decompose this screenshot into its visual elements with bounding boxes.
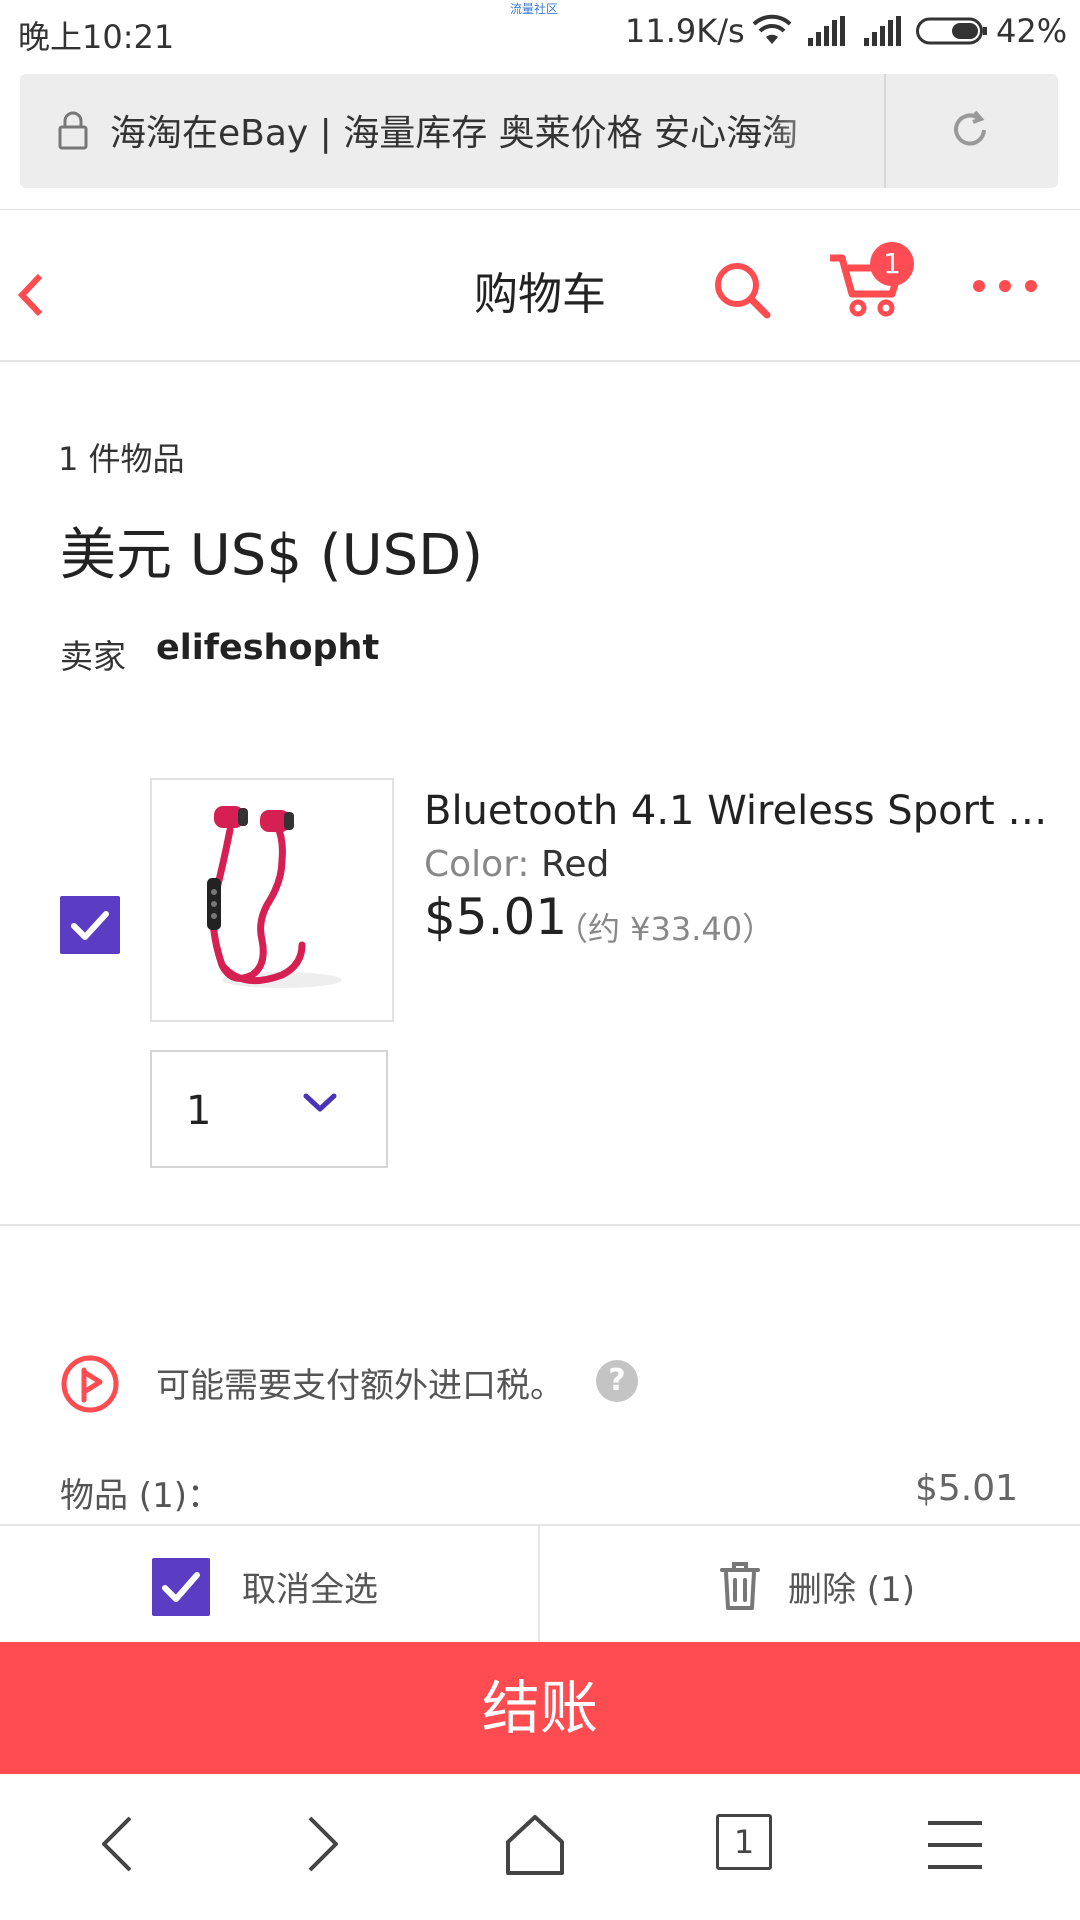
delete-button[interactable]: 删除 (1) <box>538 1526 1080 1642</box>
cart-action-bar: 取消全选 删除 (1) <box>0 1524 1080 1642</box>
product-price: $5.01 <box>424 888 568 946</box>
browser-address-area: 海淘在eBay | 海量库存 奥莱价格 安心海淘 <box>0 64 1080 210</box>
status-time: 晚上10:21 <box>18 18 175 56</box>
browser-nav-bar: 1 <box>0 1774 1080 1920</box>
divider <box>0 1224 1080 1226</box>
delete-label: 删除 (1) <box>788 1570 915 1610</box>
product-thumbnail[interactable] <box>150 778 394 1022</box>
quantity-select[interactable]: 1 <box>150 1050 388 1168</box>
status-center-label: 流量社区 <box>510 2 559 16</box>
chevron-down-icon <box>302 1092 338 1118</box>
more-menu-icon[interactable] <box>972 278 1038 297</box>
wifi-icon <box>752 14 792 52</box>
product-color: Color: Red <box>424 844 609 885</box>
item-checkbox[interactable] <box>60 896 120 954</box>
checkmark-icon <box>162 1572 200 1602</box>
reload-icon[interactable] <box>948 108 992 156</box>
summary-value: $5.01 <box>914 1468 1018 1509</box>
item-count: 1 件物品 <box>58 440 185 478</box>
trash-icon <box>718 1560 762 1616</box>
cart-count-badge: 1 <box>870 242 914 286</box>
seller-label: 卖家 <box>60 637 126 676</box>
app-header: 购物车 1 <box>0 210 1080 362</box>
color-label: Color: <box>424 844 530 885</box>
currency-heading: 美元 US$ (USD) <box>60 523 484 588</box>
tabs-count: 1 <box>733 1823 755 1861</box>
page-title: 购物车 <box>474 269 606 320</box>
deselect-all-button[interactable]: 取消全选 <box>0 1526 538 1642</box>
product-approx-price: （约 ¥33.40） <box>556 910 775 948</box>
browser-forward-icon[interactable] <box>304 1814 344 1878</box>
quantity-value: 1 <box>186 1088 212 1134</box>
summary-label: 物品 (1)： <box>60 1476 221 1516</box>
checkout-button[interactable]: 结账 <box>0 1642 1080 1774</box>
color-value: Red <box>540 844 610 885</box>
deselect-all-label: 取消全选 <box>242 1570 378 1610</box>
status-net-speed: 11.9K/s <box>625 12 745 50</box>
battery-percent: 42% <box>996 12 1068 50</box>
select-all-checkbox[interactable] <box>152 1558 210 1616</box>
import-tax-icon <box>60 1354 120 1418</box>
divider <box>884 74 886 188</box>
signal-icon <box>862 16 902 50</box>
product-title[interactable]: Bluetooth 4.1 Wireless Sport Earphones <box>424 788 1060 834</box>
tabs-button[interactable]: 1 <box>716 1814 772 1870</box>
seller-name[interactable]: elifeshopht <box>156 628 379 668</box>
status-bar: 晚上10:21 流量社区 11.9K/s 42% <box>0 0 1080 64</box>
browser-back-icon[interactable] <box>96 1814 136 1878</box>
menu-icon[interactable] <box>926 1820 984 1874</box>
import-tax-note: 可能需要支付额外进口税。 <box>156 1366 564 1406</box>
signal-icon <box>806 16 846 50</box>
battery-icon <box>916 16 988 50</box>
search-icon[interactable] <box>712 260 772 324</box>
checkmark-icon <box>71 911 109 940</box>
home-icon[interactable] <box>504 1814 566 1880</box>
help-icon[interactable]: ? <box>596 1360 638 1402</box>
lock-icon <box>58 110 88 154</box>
page-title-url[interactable]: 海淘在eBay | 海量库存 奥莱价格 安心海淘 <box>110 104 855 156</box>
earphones-image <box>207 806 342 988</box>
address-bar[interactable]: 海淘在eBay | 海量库存 奥莱价格 安心海淘 <box>20 74 1058 188</box>
